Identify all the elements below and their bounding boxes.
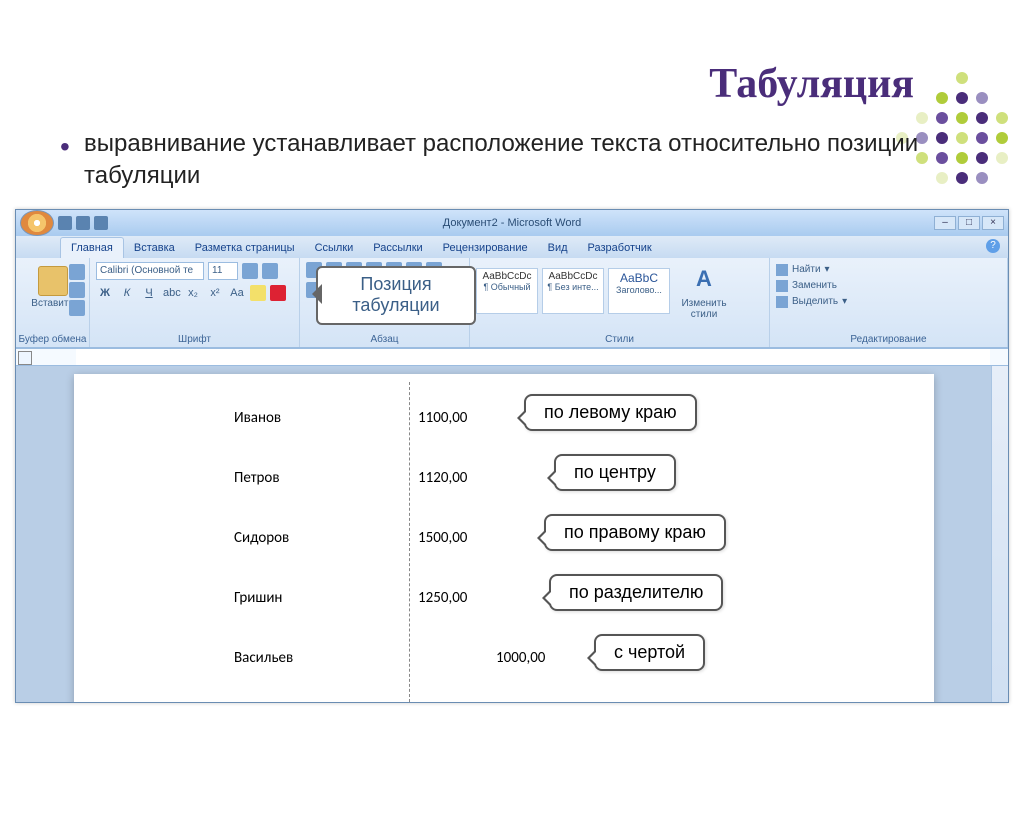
subscript-button[interactable]: x₂ — [184, 284, 202, 302]
group-clipboard-label: Буфер обмена — [16, 334, 89, 345]
ribbon: Вставить Буфер обмена Calibri (Основной … — [16, 258, 1008, 348]
callout-align-left: по левому краю — [524, 394, 697, 431]
row-name: Гришин — [234, 589, 354, 607]
changecase-button[interactable]: Aa — [228, 284, 246, 302]
font-name-combo[interactable]: Calibri (Основной те — [96, 262, 204, 280]
format-painter-icon[interactable] — [69, 300, 85, 316]
paste-button[interactable]: Вставить — [31, 298, 73, 309]
slide-bullet: выравнивание устанавливает расположение … — [60, 128, 984, 193]
replace-icon — [776, 280, 788, 292]
group-font-label: Шрифт — [90, 334, 299, 345]
tab-insert[interactable]: Вставка — [124, 238, 185, 258]
tab-references[interactable]: Ссылки — [305, 238, 364, 258]
tab-review[interactable]: Рецензирование — [433, 238, 538, 258]
find-icon — [776, 264, 788, 276]
slide-title: Табуляция — [0, 60, 914, 108]
callout-align-center: по центру — [554, 454, 676, 491]
font-size-combo[interactable]: 11 — [208, 262, 238, 280]
row-value: 1250,00 — [357, 589, 467, 607]
close-button[interactable]: × — [982, 216, 1004, 230]
word-window: Документ2 - Microsoft Word – □ × Главная… — [15, 209, 1009, 703]
office-button[interactable] — [20, 210, 54, 236]
callout-align-bar: с чертой — [594, 634, 705, 671]
row-name: Иванов — [234, 409, 354, 427]
highlight-icon[interactable] — [250, 285, 266, 301]
callout-align-decimal: по разделителю — [549, 574, 723, 611]
shrink-font-icon[interactable] — [262, 263, 278, 279]
save-icon[interactable] — [58, 216, 72, 230]
tab-view[interactable]: Вид — [538, 238, 578, 258]
quick-access-toolbar[interactable] — [58, 216, 108, 230]
tab-pagelayout[interactable]: Разметка страницы — [185, 238, 305, 258]
style-nospacing[interactable]: AaBbCcDc ¶ Без инте... — [542, 268, 604, 314]
select-icon — [776, 296, 788, 308]
vertical-scrollbar[interactable] — [991, 366, 1008, 702]
tab-type-selector[interactable] — [18, 351, 32, 365]
superscript-button[interactable]: x² — [206, 284, 224, 302]
fontcolor-icon[interactable] — [270, 285, 286, 301]
window-title: Документ2 - Microsoft Word — [443, 217, 581, 229]
find-button[interactable]: Найти ▾ — [776, 262, 1001, 278]
paste-icon[interactable] — [38, 266, 68, 296]
select-button[interactable]: Выделить ▾ — [776, 294, 1001, 310]
group-paragraph-label: Абзац — [300, 334, 469, 345]
bold-button[interactable]: Ж — [96, 284, 114, 302]
maximize-button[interactable]: □ — [958, 216, 980, 230]
callout-align-right: по правому краю — [544, 514, 726, 551]
group-editing-label: Редактирование — [770, 334, 1007, 345]
tab-mailings[interactable]: Рассылки — [363, 238, 432, 258]
undo-icon[interactable] — [76, 216, 90, 230]
tab-home[interactable]: Главная — [60, 237, 124, 258]
horizontal-ruler[interactable] — [16, 348, 1008, 366]
document-page[interactable]: Иванов 1100,00 Петров 1120,00 Сидоров 15… — [74, 374, 934, 702]
row-value: 1120,00 — [357, 469, 467, 487]
help-icon[interactable]: ? — [986, 239, 1000, 253]
cut-icon[interactable] — [69, 264, 85, 280]
row-name: Сидоров — [234, 529, 354, 547]
underline-button[interactable]: Ч — [140, 284, 158, 302]
ribbon-tabs: Главная Вставка Разметка страницы Ссылки… — [16, 236, 1008, 258]
titlebar: Документ2 - Microsoft Word – □ × — [16, 210, 1008, 236]
group-styles-label: Стили — [470, 334, 769, 345]
style-heading1[interactable]: AaBbC Заголово... — [608, 268, 670, 314]
document-area[interactable]: Иванов 1100,00 Петров 1120,00 Сидоров 15… — [16, 366, 1008, 702]
row-name: Васильев — [234, 649, 354, 667]
redo-icon[interactable] — [94, 216, 108, 230]
italic-button[interactable]: К — [118, 284, 136, 302]
callout-tab-position: Позиция табуляции — [316, 266, 476, 325]
copy-icon[interactable] — [69, 282, 85, 298]
row-value: 1000,00 — [357, 649, 545, 667]
tab-developer[interactable]: Разработчик — [578, 238, 662, 258]
replace-button[interactable]: Заменить — [776, 278, 1001, 294]
strike-button[interactable]: abc — [162, 284, 180, 302]
row-name: Петров — [234, 469, 354, 487]
change-styles-button[interactable]: A Изменить стили — [674, 262, 734, 320]
row-value: 1100,00 — [357, 409, 467, 427]
grow-font-icon[interactable] — [242, 263, 258, 279]
style-normal[interactable]: AaBbCcDc ¶ Обычный — [476, 268, 538, 314]
minimize-button[interactable]: – — [934, 216, 956, 230]
row-value: 1500,00 — [357, 529, 467, 547]
